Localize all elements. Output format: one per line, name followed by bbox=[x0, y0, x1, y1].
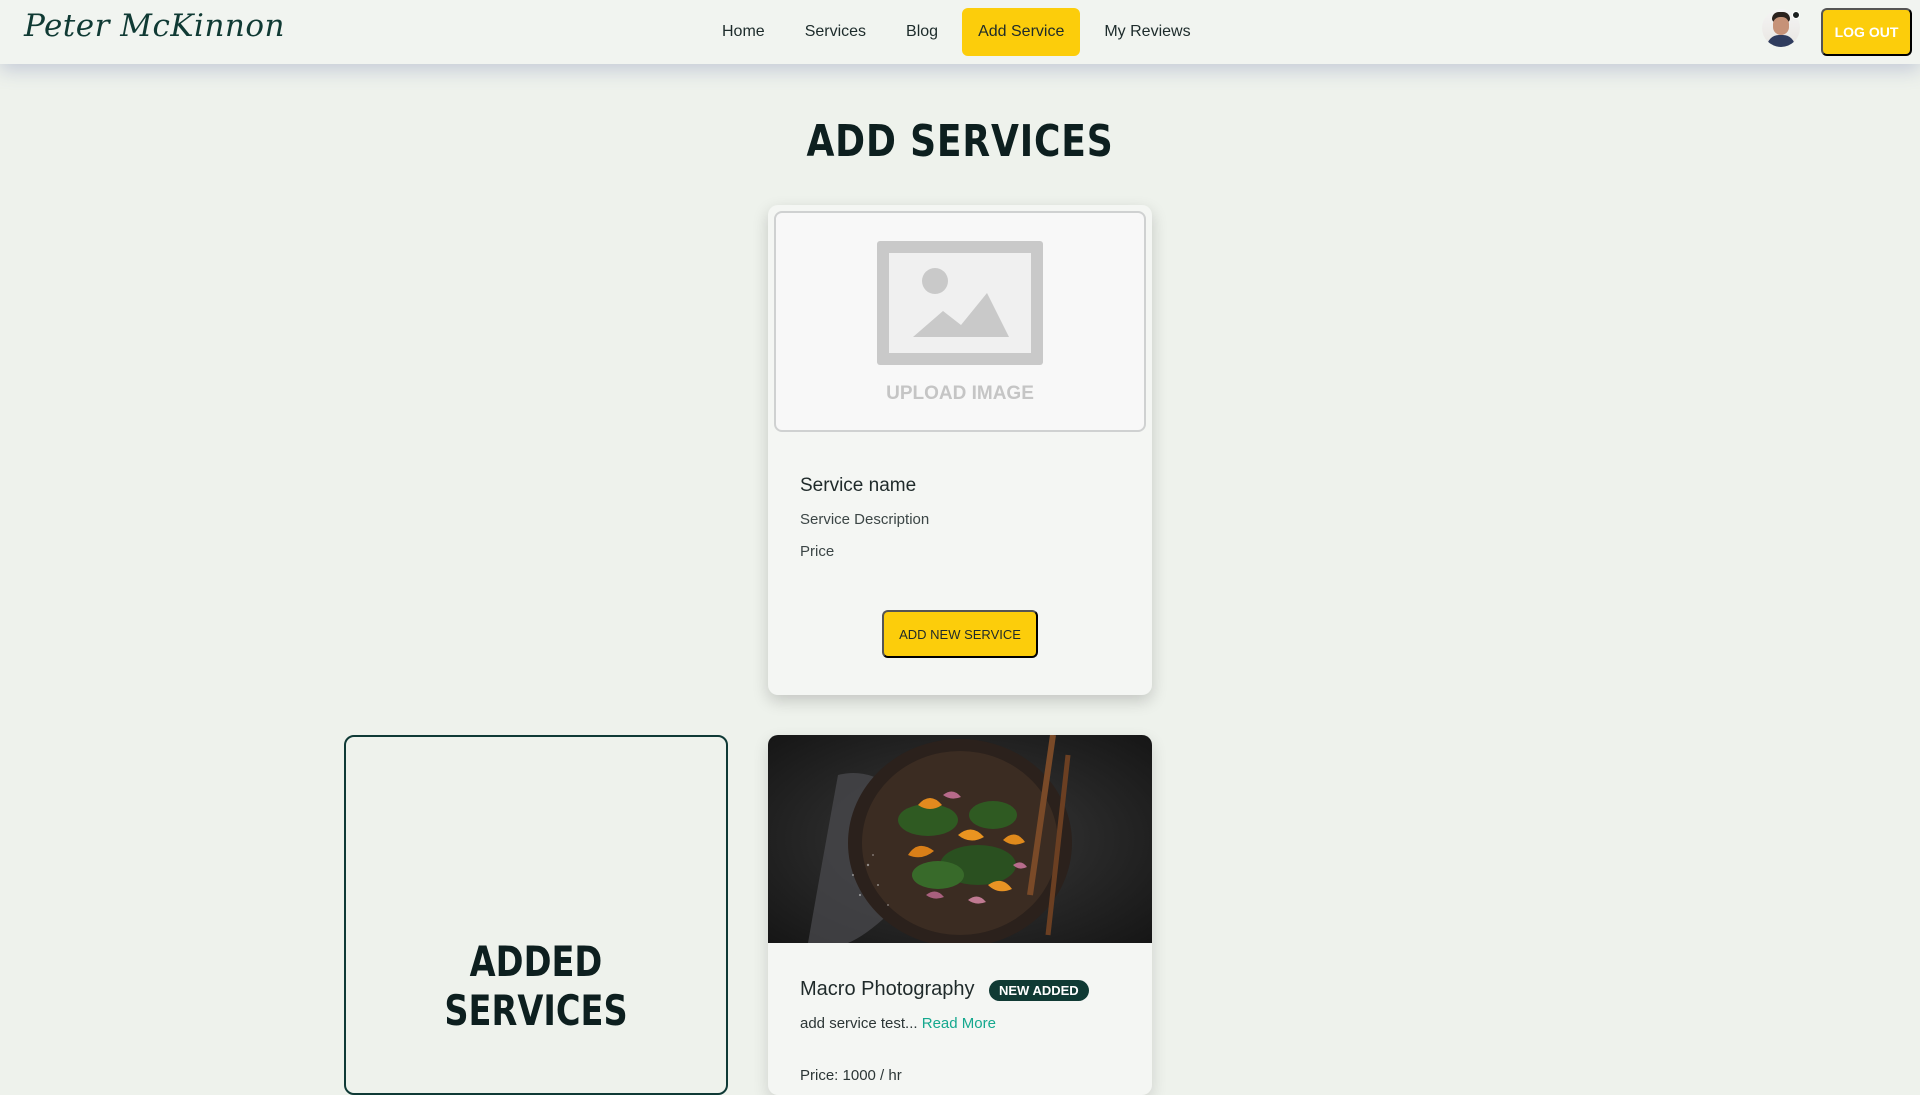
nav-add-service-link[interactable]: Add Service bbox=[962, 8, 1081, 56]
service-name-input[interactable]: Service name bbox=[800, 475, 916, 497]
page-title: ADD SERVICES bbox=[806, 116, 1114, 167]
nav-home-link[interactable]: Home bbox=[706, 8, 781, 56]
logout-button[interactable]: LOG OUT bbox=[1821, 8, 1912, 56]
upload-image-dropzone[interactable]: UPLOAD IMAGE bbox=[774, 211, 1146, 432]
service-price: Price: 1000 / hr bbox=[800, 1067, 902, 1084]
service-price-input[interactable]: Price bbox=[800, 543, 834, 560]
online-status-dot bbox=[1792, 11, 1800, 19]
upload-image-label: UPLOAD IMAGE bbox=[886, 383, 1034, 404]
nav-services-link[interactable]: Services bbox=[789, 8, 882, 56]
main-nav: Home Services Blog Add Service My Review… bbox=[706, 8, 1215, 56]
add-new-service-button[interactable]: ADD NEW SERVICE bbox=[882, 610, 1038, 658]
nav-blog-link[interactable]: Blog bbox=[890, 8, 954, 56]
read-more-link[interactable]: Read More bbox=[922, 1015, 996, 1032]
brand-logo[interactable]: Peter McKinnon bbox=[24, 8, 285, 44]
service-description-text: add service test... bbox=[800, 1015, 918, 1032]
add-service-card: UPLOAD IMAGE Service name Service Descri… bbox=[768, 205, 1152, 695]
service-description: add service test... Read More bbox=[800, 1015, 996, 1032]
service-card: Macro Photography NEW ADDED add service … bbox=[768, 735, 1152, 1095]
nav-my-reviews-link[interactable]: My Reviews bbox=[1088, 8, 1206, 56]
service-description-input[interactable]: Service Description bbox=[800, 511, 929, 528]
new-added-badge: NEW ADDED bbox=[989, 980, 1089, 1001]
added-services-panel: ADDED SERVICES bbox=[344, 735, 728, 1095]
service-title: Macro Photography bbox=[800, 978, 975, 1000]
image-placeholder-icon bbox=[877, 241, 1043, 365]
service-thumbnail-image bbox=[768, 735, 1152, 943]
added-services-heading: ADDED SERVICES bbox=[444, 937, 628, 1035]
top-navbar: Peter McKinnon Home Services Blog Add Se… bbox=[0, 0, 1920, 64]
